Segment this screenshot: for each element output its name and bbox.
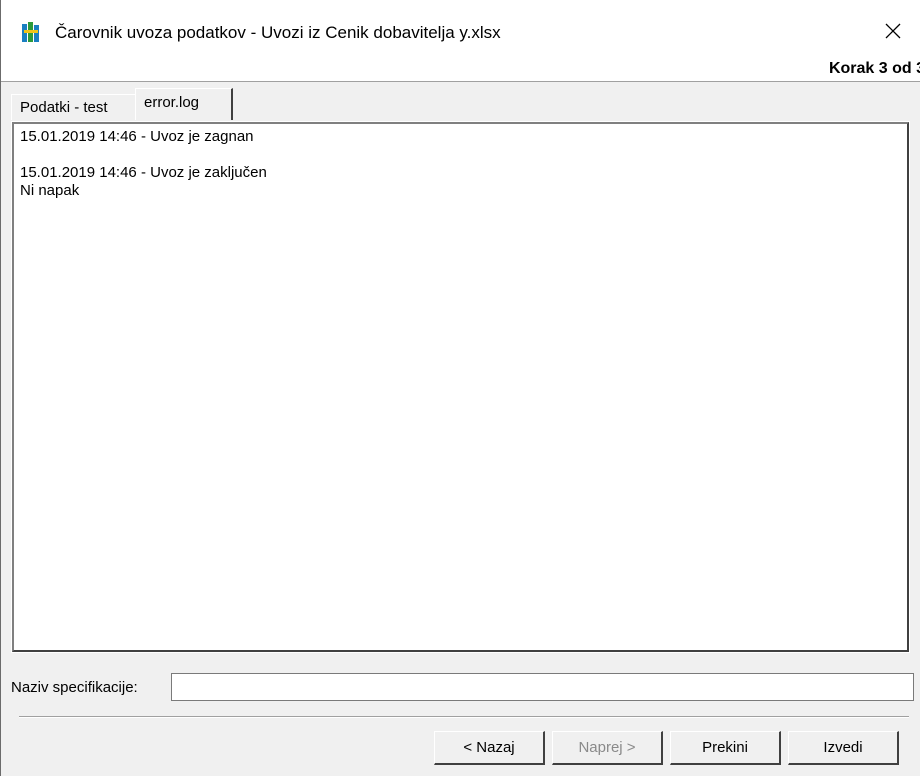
close-icon [885, 23, 901, 39]
close-button[interactable] [865, 8, 920, 54]
wizard-header: Korak 3 od 3 [1, 58, 920, 82]
separator [19, 716, 909, 718]
back-button[interactable]: < Nazaj [434, 731, 545, 765]
title-bar[interactable]: Čarovnik uvoza podatkov - Uvozi iz Cenik… [1, 0, 920, 58]
spec-name-input[interactable] [171, 673, 914, 701]
error-log-textarea[interactable]: 15.01.2019 14:46 - Uvoz je zagnan 15.01.… [11, 121, 910, 653]
window-title: Čarovnik uvoza podatkov - Uvozi iz Cenik… [55, 23, 501, 42]
import-wizard-window: Čarovnik uvoza podatkov - Uvozi iz Cenik… [0, 0, 920, 776]
spec-row: Naziv specifikacije: [11, 672, 916, 702]
next-button[interactable]: Naprej > [552, 731, 663, 765]
tab-podatki-test[interactable]: Podatki - test [11, 94, 135, 120]
step-indicator: Korak 3 od 3 [828, 60, 920, 77]
spec-name-label: Naziv specifikacije: [11, 679, 138, 696]
run-button[interactable]: Izvedi [788, 731, 899, 765]
log-line: Ni napak [20, 182, 80, 199]
cancel-button[interactable]: Prekini [670, 731, 781, 765]
log-line: 15.01.2019 14:46 - Uvoz je zagnan [20, 128, 254, 145]
log-line: 15.01.2019 14:46 - Uvoz je zaključen [20, 164, 267, 181]
import-wizard-icon [22, 22, 39, 42]
tab-error-log[interactable]: error.log [135, 88, 233, 120]
